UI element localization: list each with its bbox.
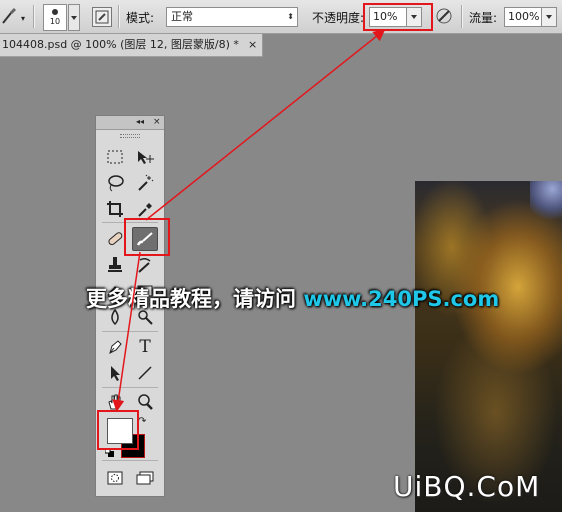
arrow-to-opacity [145, 29, 386, 221]
site-watermark: UiBQ.CoM [393, 470, 541, 503]
divider [33, 5, 35, 28]
tool-group-divider [102, 331, 158, 332]
promo-url: www.240PS.com [303, 287, 500, 311]
tool-preset-dropdown[interactable]: ▾ [21, 14, 25, 23]
clone-stamp-tool[interactable] [103, 254, 127, 276]
eyedropper-tool[interactable] [133, 198, 157, 220]
brush-size-value: 10 [49, 17, 61, 26]
flow-value: 100% [508, 10, 540, 23]
close-panel-icon[interactable]: × [153, 116, 161, 128]
brush-panel-toggle-icon[interactable] [92, 7, 112, 27]
line-icon [138, 366, 152, 380]
tool-group-divider [102, 460, 158, 461]
flow-input[interactable]: 100% [504, 7, 543, 27]
sky-patch [530, 181, 562, 221]
eyedropper-icon [138, 203, 152, 217]
quick-mask-button[interactable] [103, 467, 127, 489]
canvas-image[interactable] [415, 181, 562, 512]
mode-label: 模式: [126, 11, 155, 25]
opacity-label: 不透明度: [312, 11, 365, 25]
bandage-icon [108, 232, 123, 246]
divider [461, 5, 463, 28]
swap-colors-icon[interactable]: ↷ [138, 416, 146, 427]
type-tool[interactable]: T [133, 336, 157, 358]
tool-group-divider [102, 387, 158, 388]
crop-tool[interactable] [103, 198, 127, 220]
panel-grip[interactable] [120, 134, 140, 138]
screen-mode-button[interactable] [133, 467, 157, 489]
select-arrows-icon: ⬍ [287, 12, 294, 21]
marquee-icon [107, 150, 123, 164]
brush-tool-preset-icon[interactable] [0, 6, 20, 29]
screen-mode-icon [136, 471, 154, 485]
quick-mask-icon [107, 471, 123, 485]
history-brush-icon [138, 257, 151, 273]
brush-tool-highlight-box [124, 218, 170, 256]
brush-tip-icon [52, 9, 58, 15]
brush-picker[interactable]: 10 [43, 4, 67, 31]
lasso-tool[interactable] [103, 172, 127, 194]
flow-slider-dropdown[interactable] [541, 7, 557, 27]
move-tool[interactable] [133, 146, 157, 168]
path-selection-icon [111, 366, 120, 381]
tools-panel-header[interactable]: ◂◂ × [96, 116, 164, 130]
mode-value: 正常 [171, 10, 193, 23]
history-brush-tool[interactable] [133, 254, 157, 276]
opacity-highlight-box [363, 3, 433, 31]
options-bar: ▾ 10 模式: 正常 ⬍ 不透明度: 10% 流量: 100% [0, 0, 562, 34]
mode-select[interactable]: 正常 ⬍ [166, 7, 298, 27]
line-tool[interactable] [133, 362, 157, 384]
promo-text: 更多精品教程，请访问 [86, 287, 296, 311]
magic-wand-icon [138, 174, 154, 191]
path-selection-tool[interactable] [103, 362, 127, 384]
document-title: 104408.psd @ 100% (图层 12, 图层蒙版/8) * [2, 38, 239, 51]
move-icon [138, 151, 154, 164]
magic-wand-tool[interactable] [133, 172, 157, 194]
divider [118, 5, 120, 28]
pen-icon [109, 340, 122, 354]
promo-banner: 更多精品教程，请访问 www.240PS.com [86, 283, 499, 313]
zoom-icon [138, 394, 153, 410]
type-icon: T [139, 337, 151, 357]
brush-picker-dropdown[interactable] [68, 4, 80, 31]
close-tab-icon[interactable]: × [248, 34, 257, 56]
lasso-icon [108, 175, 124, 192]
foreground-color-highlight-box [97, 410, 139, 450]
flow-label: 流量: [469, 11, 498, 25]
rectangular-marquee-tool[interactable] [103, 146, 127, 168]
document-tab[interactable]: 104408.psd @ 100% (图层 12, 图层蒙版/8) * × [0, 34, 263, 57]
stamp-icon [108, 257, 122, 272]
collapse-icon[interactable]: ◂◂ [136, 116, 144, 128]
crop-icon [107, 201, 123, 217]
pressure-opacity-icon[interactable] [434, 6, 454, 29]
hand-icon [108, 394, 121, 410]
pen-tool[interactable] [103, 336, 127, 358]
